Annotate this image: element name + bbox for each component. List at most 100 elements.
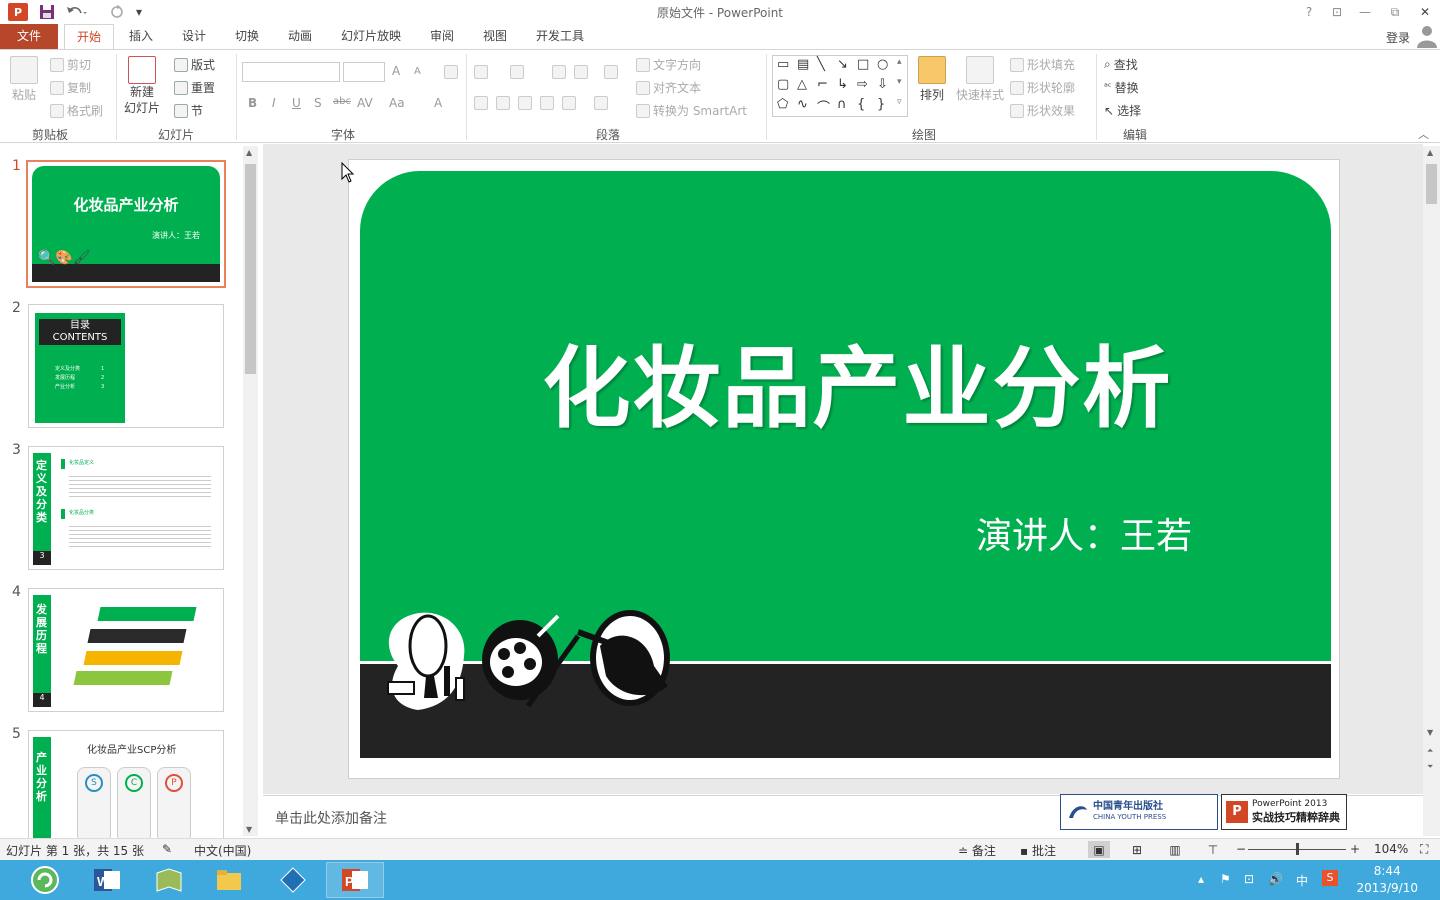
font-name-combo[interactable] bbox=[242, 62, 340, 82]
oval-shape-icon[interactable]: ○ bbox=[877, 57, 888, 72]
paste-button[interactable]: 粘贴 bbox=[10, 56, 38, 103]
spell-check-icon[interactable]: ✎ bbox=[162, 842, 172, 856]
fit-to-window-icon[interactable]: ⛶ bbox=[1420, 842, 1428, 857]
textbox-shape-icon[interactable]: ▭ bbox=[777, 57, 789, 72]
grow-font-button[interactable]: A bbox=[392, 64, 400, 78]
slide-thumbnail-4[interactable]: 发展历程 4 bbox=[28, 588, 224, 712]
right-brace-shape-icon[interactable]: } bbox=[877, 97, 885, 112]
font-size-combo[interactable] bbox=[343, 62, 385, 82]
zoom-out-icon[interactable]: − bbox=[1236, 842, 1246, 856]
rounded-rect-shape-icon[interactable]: ▢ bbox=[777, 77, 789, 92]
zoom-slider-thumb[interactable] bbox=[1296, 843, 1299, 855]
text-direction-button[interactable]: 文字方向 bbox=[636, 56, 701, 73]
powerpoint-icon[interactable]: P bbox=[326, 862, 384, 898]
slide-scrollbar[interactable]: ▲ ▼ ⏶ ⏷ bbox=[1423, 146, 1440, 836]
tab-slideshow[interactable]: 幻灯片放映 bbox=[330, 24, 412, 49]
close-button[interactable]: ✕ bbox=[1412, 2, 1438, 22]
distribute-icon[interactable] bbox=[562, 96, 576, 110]
notes-toggle[interactable]: ≐ 备注 bbox=[958, 842, 996, 859]
scroll-down-icon[interactable]: ▼ bbox=[246, 825, 252, 834]
shape-fill-button[interactable]: 形状填充 bbox=[1010, 56, 1075, 73]
slide-title[interactable]: 化妆品产业分析 bbox=[360, 318, 1331, 445]
gallery-scroll-down-icon[interactable]: ▾ bbox=[897, 77, 902, 87]
slideshow-view-icon[interactable]: ⊤ bbox=[1202, 841, 1224, 858]
char-spacing-button[interactable]: AV bbox=[357, 96, 373, 110]
align-right-icon[interactable] bbox=[518, 96, 532, 110]
down-arrow-shape-icon[interactable]: ⇩ bbox=[877, 77, 888, 92]
volume-icon[interactable]: 🔊 bbox=[1268, 872, 1283, 886]
ribbon-display-options-icon[interactable]: ⊡ bbox=[1324, 2, 1350, 22]
slide-sorter-view-icon[interactable]: ⊞ bbox=[1126, 841, 1148, 858]
sign-in-link[interactable]: 登录 bbox=[1386, 29, 1410, 46]
tab-home[interactable]: 开始 bbox=[64, 24, 114, 50]
help-icon[interactable]: ? bbox=[1296, 2, 1322, 22]
browser-icon[interactable] bbox=[16, 862, 74, 898]
explorer-icon[interactable] bbox=[200, 862, 258, 898]
shape-outline-button[interactable]: 形状轮廓 bbox=[1010, 79, 1075, 96]
slide-thumbnail-1[interactable]: 化妆品产业分析 演讲人：王若 🔍🎨🖌 bbox=[26, 160, 226, 288]
media-icon[interactable] bbox=[264, 862, 322, 898]
shrink-font-button[interactable]: A bbox=[414, 66, 421, 77]
find-button[interactable]: ⌕ 查找 bbox=[1104, 56, 1138, 73]
slide-thumbnail-2[interactable]: 目录 CONTENTS 定义及分类 发展历程 产业分析 1 2 3 bbox=[28, 304, 224, 428]
quick-styles-button[interactable]: 快速样式 bbox=[956, 56, 1004, 103]
zoom-level[interactable]: 104% bbox=[1374, 842, 1408, 856]
collapse-ribbon-icon[interactable]: ︿ bbox=[1418, 126, 1429, 142]
new-slide-button[interactable]: 新建 幻灯片 bbox=[124, 56, 160, 116]
sogou-icon[interactable]: S bbox=[1322, 870, 1338, 886]
tab-design[interactable]: 设计 bbox=[168, 24, 220, 49]
strikethrough-button[interactable]: abc bbox=[333, 96, 351, 107]
tab-insert[interactable]: 插入 bbox=[116, 24, 166, 49]
system-clock[interactable]: 8:44 2013/9/10 bbox=[1356, 863, 1418, 897]
slide-thumbnail-3[interactable]: 定义及分类 3 化妆品定义 化妆品分类 bbox=[28, 446, 224, 570]
curve-shape-icon[interactable]: ∩ bbox=[837, 97, 847, 112]
restore-button[interactable]: ⧉ bbox=[1382, 2, 1408, 22]
justify-icon[interactable] bbox=[540, 96, 554, 110]
arrange-button[interactable]: 排列 bbox=[918, 56, 946, 103]
shadow-button[interactable]: S bbox=[314, 96, 322, 110]
scribble-shape-icon[interactable]: ∿ bbox=[797, 97, 808, 112]
tab-review[interactable]: 审阅 bbox=[416, 24, 468, 49]
convert-smartart-button[interactable]: 转换为 SmartArt bbox=[636, 102, 747, 119]
gallery-more-icon[interactable]: ▿ bbox=[897, 97, 902, 107]
line-spacing-icon[interactable] bbox=[604, 65, 618, 79]
rectangle-shape-icon[interactable]: □ bbox=[857, 57, 869, 72]
language-status[interactable]: 中文(中国) bbox=[194, 842, 251, 859]
arc-shape-icon[interactable]: ⌒ bbox=[817, 97, 830, 116]
gallery-scroll-up-icon[interactable]: ▴ bbox=[897, 57, 902, 67]
change-case-button[interactable]: Aa bbox=[389, 96, 405, 110]
shapes-gallery[interactable]: ▭ ▤ ╲ ↘ □ ○ ▢ △ ⌐ ↳ ⇨ ⇩ ⬠ ∿ ⌒ ∩ { } ▴ ▾ … bbox=[772, 55, 908, 117]
ime-indicator[interactable]: 中 bbox=[1296, 872, 1308, 889]
next-slide-icon[interactable]: ⏷ bbox=[1427, 762, 1433, 772]
right-arrow-shape-icon[interactable]: ⇨ bbox=[857, 77, 868, 92]
slide-thumbnail-5[interactable]: 产业分析 化妆品产业SCP分析 S C P bbox=[28, 730, 224, 838]
freeform-shape-icon[interactable]: ⬠ bbox=[777, 97, 788, 112]
scroll-up-icon[interactable]: ▲ bbox=[246, 148, 252, 157]
clear-format-icon[interactable] bbox=[444, 65, 458, 79]
network-icon[interactable]: ⊡ bbox=[1244, 872, 1254, 886]
copy-button[interactable]: 复制 bbox=[50, 79, 91, 96]
tab-animations[interactable]: 动画 bbox=[274, 24, 326, 49]
tab-transitions[interactable]: 切换 bbox=[222, 24, 272, 49]
decrease-indent-icon[interactable] bbox=[552, 65, 566, 79]
line-shape-icon[interactable]: ╲ bbox=[817, 57, 825, 72]
tab-developer[interactable]: 开发工具 bbox=[524, 24, 596, 49]
minimize-button[interactable]: — bbox=[1352, 2, 1378, 22]
font-color-button[interactable]: A bbox=[434, 96, 442, 110]
thumbnails-scrollbar[interactable]: ▲ ▼ bbox=[243, 146, 258, 836]
underline-button[interactable]: U bbox=[292, 96, 301, 110]
reading-view-icon[interactable]: ▥ bbox=[1164, 841, 1186, 858]
arrow-line-shape-icon[interactable]: ↘ bbox=[837, 57, 848, 72]
comments-toggle[interactable]: ▪ 批注 bbox=[1020, 842, 1056, 859]
left-brace-shape-icon[interactable]: { bbox=[857, 97, 865, 112]
vertical-textbox-shape-icon[interactable]: ▤ bbox=[797, 57, 809, 72]
reset-button[interactable]: 重置 bbox=[174, 79, 215, 96]
align-text-button[interactable]: 对齐文本 bbox=[636, 79, 701, 96]
word-icon[interactable]: W bbox=[78, 862, 136, 898]
flag-icon[interactable]: ⚑ bbox=[1220, 872, 1231, 886]
book-icon[interactable] bbox=[140, 862, 198, 898]
scroll-up-icon[interactable]: ▲ bbox=[1427, 148, 1433, 157]
align-center-icon[interactable] bbox=[496, 96, 510, 110]
cosmetics-clipart[interactable] bbox=[378, 606, 678, 714]
numbering-icon[interactable] bbox=[510, 65, 524, 79]
